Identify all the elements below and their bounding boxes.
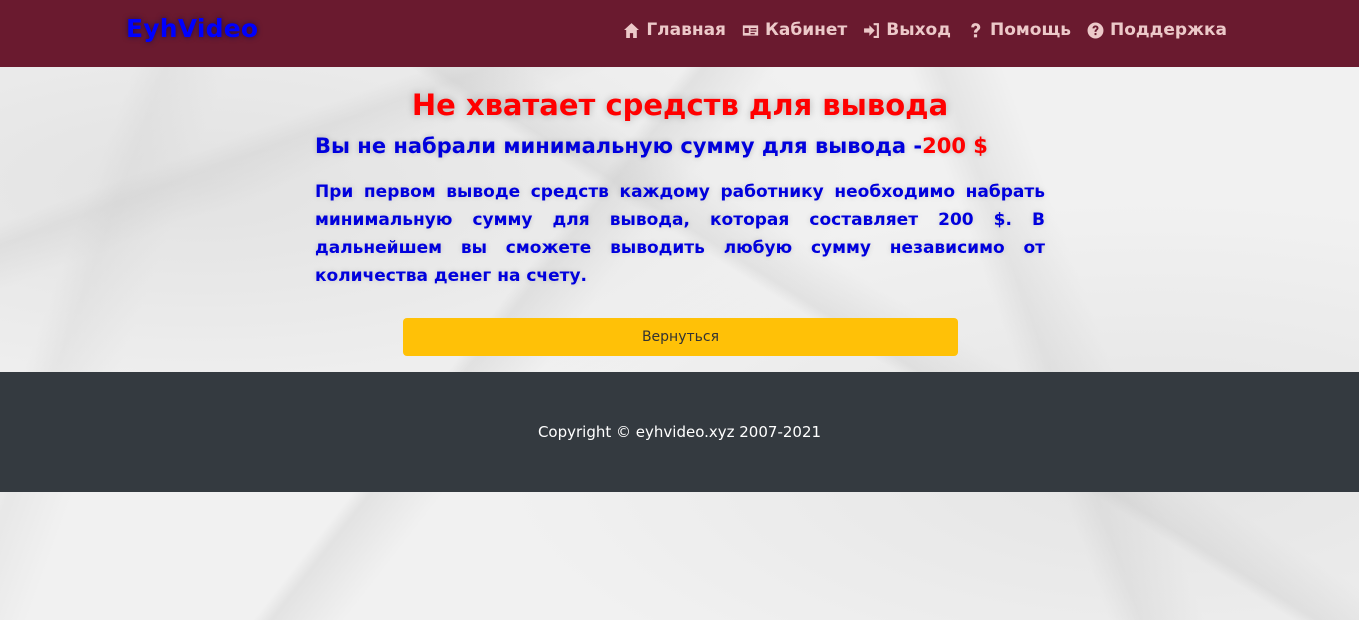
nav-link-logout[interactable]: Выход: [863, 20, 951, 40]
nav-link-label: Выход: [886, 20, 951, 40]
question-circle-icon: [1087, 22, 1104, 38]
footer: Copyright © eyhvideo.xyz 2007-2021: [0, 372, 1359, 492]
nav-link-help[interactable]: Помощь: [967, 20, 1071, 40]
nav-links: Главная Кабинет Выход Помощь Поддержка: [623, 20, 1227, 40]
withdrawal-info-text: При первом выводе средств каждому работн…: [315, 182, 1045, 286]
nav-link-support[interactable]: Поддержка: [1087, 20, 1227, 40]
page-title: Не хватает средств для вывода: [411, 88, 949, 122]
nav-link-label: Главная: [646, 20, 726, 40]
nav-link-label: Помощь: [989, 20, 1071, 40]
sign-out-icon: [864, 22, 880, 38]
back-button[interactable]: Вернуться: [403, 318, 958, 356]
minimum-amount-text: Вы не набрали минимальную сумму для выво…: [315, 134, 923, 158]
minimum-amount-heading: Вы не набрали минимальную сумму для выво…: [315, 134, 1045, 158]
question-icon: [971, 22, 981, 37]
nav-link-cabinet[interactable]: Кабинет: [742, 20, 847, 40]
nav-link-label: Поддержка: [1110, 20, 1227, 40]
brand-logo[interactable]: EyhVideo: [126, 14, 258, 43]
main-content: Не хватает средств для вывода Вы не набр…: [315, 88, 1045, 290]
nav-link-label: Кабинет: [764, 20, 848, 40]
navbar: EyhVideo Главная Кабинет Выход Помощь По…: [0, 0, 1359, 67]
nav-link-home[interactable]: Главная: [623, 20, 726, 40]
id-card-icon: [742, 24, 759, 36]
home-icon: [624, 22, 640, 38]
minimum-amount-value: 200 $: [922, 134, 988, 158]
copyright-text: Copyright © eyhvideo.xyz 2007-2021: [537, 423, 822, 441]
